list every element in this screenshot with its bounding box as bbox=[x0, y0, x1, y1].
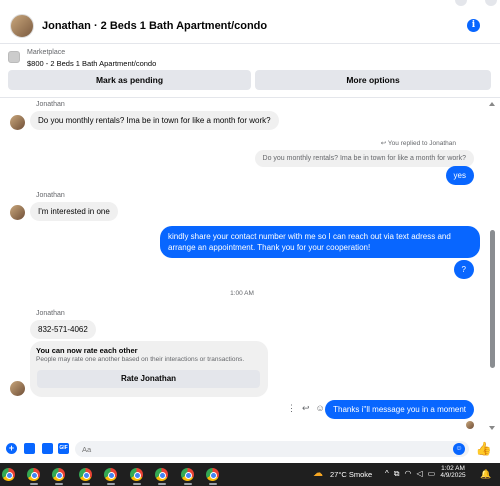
chrome-icon[interactable] bbox=[155, 468, 168, 481]
chevron-up-icon[interactable]: ^ bbox=[385, 469, 389, 479]
message-composer: + GIF ☺ 👍 bbox=[0, 437, 500, 461]
clock-time: 1:02 AM bbox=[441, 465, 465, 472]
sender-name: Jonathan bbox=[36, 192, 65, 199]
incoming-message[interactable]: I'm interested in one bbox=[30, 202, 118, 221]
scrollbar-up-arrow[interactable] bbox=[489, 102, 495, 106]
message-timestamp: 1:00 AM bbox=[230, 290, 254, 297]
outgoing-message[interactable]: yes bbox=[445, 166, 474, 185]
photo-icon[interactable] bbox=[24, 443, 35, 454]
incoming-message[interactable]: Do you monthly rentals? Ima be in town f… bbox=[30, 111, 279, 130]
weather-icon[interactable]: ☁ bbox=[313, 468, 323, 479]
reply-icon[interactable]: ↩ bbox=[302, 403, 310, 414]
message-thread: Jonathan Do you monthly rentals? Ima be … bbox=[0, 99, 484, 435]
plus-icon[interactable]: + bbox=[6, 443, 17, 454]
sticker-icon[interactable] bbox=[42, 443, 53, 454]
message-input[interactable] bbox=[75, 441, 455, 457]
active-indicator bbox=[82, 483, 90, 485]
sender-avatar[interactable] bbox=[10, 381, 25, 396]
marketplace-listing: Marketplace $800 - 2 Beds 1 Bath Apartme… bbox=[0, 46, 500, 98]
scrollbar-down-arrow[interactable] bbox=[489, 426, 495, 430]
reply-icon: ↩ bbox=[380, 140, 388, 147]
sender-avatar[interactable] bbox=[10, 205, 25, 220]
listing-thumbnail[interactable] bbox=[8, 51, 20, 63]
chrome-icon[interactable] bbox=[52, 468, 65, 481]
system-tray: ^ ⧉ ◠ ◁ ▭ bbox=[385, 469, 435, 479]
chrome-icon[interactable] bbox=[181, 468, 194, 481]
top-edge-icon[interactable] bbox=[455, 0, 467, 6]
weather-text[interactable]: 27°C Smoke bbox=[330, 470, 372, 479]
active-indicator bbox=[107, 483, 115, 485]
clock[interactable]: 1:02 AM 4/9/2025 bbox=[438, 465, 468, 479]
rate-subtitle: People may rate one another based on the… bbox=[36, 356, 245, 363]
rate-jonathan-button[interactable]: Rate Jonathan bbox=[37, 370, 260, 388]
sender-avatar[interactable] bbox=[10, 115, 25, 130]
notification-bell-icon[interactable]: 🔔 bbox=[480, 469, 491, 480]
info-icon[interactable]: i bbox=[467, 19, 480, 32]
conversation-title[interactable]: Jonathan · 2 Beds 1 Bath Apartment/condo bbox=[42, 20, 267, 32]
rate-prompt-card: You can now rate each other People may r… bbox=[30, 341, 268, 397]
message-input-box: ☺ bbox=[75, 441, 469, 457]
chrome-icon[interactable] bbox=[2, 468, 15, 481]
chrome-icon[interactable] bbox=[79, 468, 92, 481]
active-indicator bbox=[184, 483, 192, 485]
listing-title[interactable]: $800 - 2 Beds 1 Bath Apartment/condo bbox=[27, 59, 156, 68]
thumbs-up-icon[interactable]: 👍 bbox=[476, 442, 492, 455]
active-indicator bbox=[133, 483, 141, 485]
sender-name: Jonathan bbox=[36, 101, 65, 108]
sender-name: Jonathan bbox=[36, 310, 65, 317]
marketplace-label: Marketplace bbox=[27, 49, 66, 56]
chrome-icon[interactable] bbox=[27, 468, 40, 481]
rate-title: You can now rate each other bbox=[36, 346, 138, 355]
message-actions: ⋮ ↩ ☺ bbox=[287, 403, 325, 414]
wifi-icon[interactable]: ◠ bbox=[404, 469, 411, 479]
chrome-icon[interactable] bbox=[130, 468, 143, 481]
replied-label: You replied to Jonathan bbox=[387, 140, 456, 147]
clock-date: 4/9/2025 bbox=[440, 472, 466, 479]
active-indicator bbox=[30, 483, 38, 485]
contact-avatar[interactable] bbox=[10, 13, 34, 38]
chrome-icon[interactable] bbox=[104, 468, 117, 481]
mark-as-pending-button[interactable]: Mark as pending bbox=[8, 70, 251, 90]
outgoing-message[interactable]: ? bbox=[453, 260, 474, 279]
messenger-window: Jonathan · 2 Beds 1 Bath Apartment/condo… bbox=[0, 0, 500, 486]
more-icon[interactable]: ⋮ bbox=[287, 403, 296, 414]
incoming-phone-message[interactable]: 832-571-4062 bbox=[30, 320, 96, 339]
outgoing-message[interactable]: kindly share your contact number with me… bbox=[160, 226, 480, 258]
chrome-icon[interactable] bbox=[206, 468, 219, 481]
more-options-button[interactable]: More options bbox=[255, 70, 491, 90]
screenshot-icon[interactable]: ⧉ bbox=[394, 469, 400, 479]
volume-icon[interactable]: ◁ bbox=[416, 469, 422, 479]
active-indicator bbox=[209, 483, 217, 485]
active-indicator bbox=[158, 483, 166, 485]
windows-taskbar: ☁ 27°C Smoke ^ ⧉ ◠ ◁ ▭ 1:02 AM 4/9/2025 … bbox=[0, 463, 500, 486]
replied-indicator: ↩ You replied to Jonathan bbox=[381, 139, 456, 147]
seen-avatar bbox=[466, 421, 474, 429]
gif-icon[interactable]: GIF bbox=[58, 443, 69, 454]
conversation-header: Jonathan · 2 Beds 1 Bath Apartment/condo… bbox=[0, 8, 500, 44]
profile-icon[interactable] bbox=[485, 0, 497, 6]
outgoing-message[interactable]: Thanks i''ll message you in a moment bbox=[325, 400, 474, 419]
top-edge bbox=[0, 0, 500, 6]
scrollbar-thumb[interactable] bbox=[490, 230, 495, 368]
quoted-message[interactable]: Do you monthly rentals? Ima be in town f… bbox=[254, 150, 474, 167]
react-icon[interactable]: ☺ bbox=[316, 403, 325, 414]
emoji-icon[interactable]: ☺ bbox=[453, 443, 465, 455]
active-indicator bbox=[55, 483, 63, 485]
battery-icon[interactable]: ▭ bbox=[428, 469, 436, 479]
